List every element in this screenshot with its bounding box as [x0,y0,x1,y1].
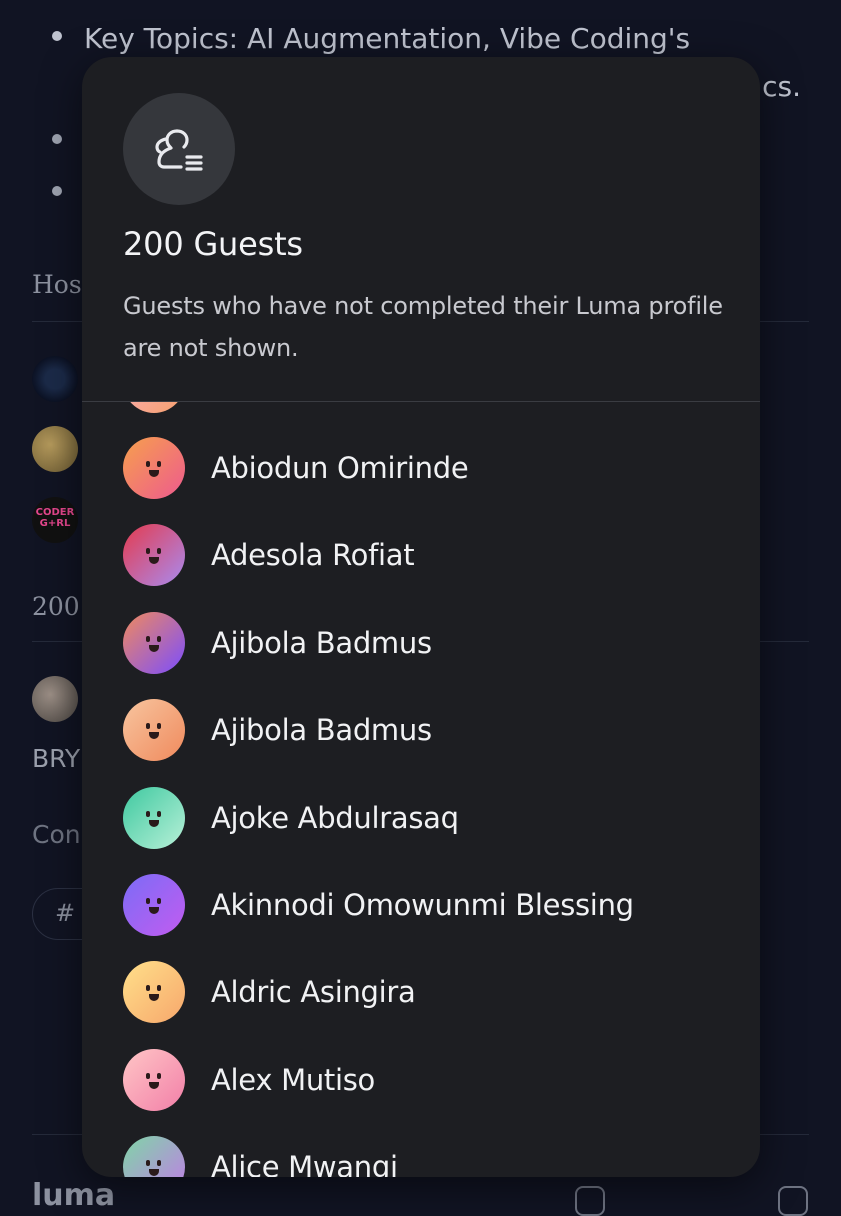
guest-row[interactable]: Akinnodi Omowunmi Blessing [123,873,634,937]
bullet-dot [52,134,62,144]
guest-name: Ajibola Badmus [211,625,432,660]
avatar-mouth [149,1081,159,1089]
avatar-eye [157,461,161,467]
guest-list[interactable]: Abiodun Omirinde Adesola Rofiat Ajibola Ba… [82,402,760,1177]
x-icon[interactable] [680,1186,710,1216]
guest-name: Alice Mwangi [211,1150,398,1177]
avatar-eye [157,635,161,642]
guest-name: Alex Mutiso [211,1062,375,1097]
guests-modal: 200 Guests Guests who have not completed… [82,57,760,1177]
avatar-eye [157,1072,161,1079]
guest-avatar [123,402,185,413]
guest-name: Ajibola Badmus [211,713,432,748]
guest-name: Ajoke Abdulrasaq [211,800,459,835]
avatar-eye [157,985,161,992]
contact-fragment: Con [32,820,81,849]
guest-avatar [123,786,185,849]
guest-avatar [123,874,185,936]
guest-avatar [123,1048,185,1111]
key-topics-bullet: Key Topics: AI Augmentation, Vibe Coding… [52,22,690,55]
avatar-mouth [149,1169,159,1177]
avatar-eye [157,898,161,904]
coder-girl-avatar[interactable]: CODER G+RL [32,497,78,543]
avatar-mouth [149,819,159,827]
luma-logo: luma [32,1178,116,1213]
avatar-eye [157,1160,161,1167]
avatar-eye [146,810,150,817]
guest-row[interactable]: Ajibola Badmus [123,611,432,675]
avatar-eye [157,548,161,555]
bullet-continuation: cs. [762,70,801,103]
bullet-dot [52,186,62,196]
guest-row[interactable]: Ajibola Badmus [123,698,432,762]
youtube-icon[interactable] [575,1186,605,1216]
instagram-icon[interactable] [778,1186,808,1216]
guest-avatar[interactable] [32,676,78,722]
avatar-eye [157,810,161,817]
guests-list-icon [123,93,235,205]
guest-name: Abiodun Omirinde [211,451,469,485]
avatar-mouth [149,470,159,477]
guest-avatar [123,699,185,762]
guest-row[interactable]: Alice Mwangi [123,1135,398,1177]
guest-row[interactable]: Ajoke Abdulrasaq [123,786,459,850]
bullet-dot [52,31,62,41]
guest-row[interactable]: Aldric Asingira [123,960,416,1024]
guest-avatar [123,437,185,499]
modal-subtitle: Guests who have not completed their Luma… [123,292,723,362]
guest-name: Adesola Rofiat [211,538,415,573]
host-avatar[interactable] [32,356,78,402]
avatar-eye [157,723,161,730]
avatar-eye [146,635,150,642]
avatar-mouth [149,907,159,914]
guest-avatar [123,611,185,674]
guest-avatar [123,961,185,1024]
key-topics-text: Key Topics: AI Augmentation, Vibe Coding… [84,22,691,55]
avatar-eye [146,723,150,730]
avatar-eye [146,461,150,467]
avatar-eye [146,898,150,904]
avatar-mouth [149,994,159,1002]
guest-name-fragment: BRY [32,744,81,773]
avatar-mouth [149,644,159,652]
avatar-eye [146,548,150,555]
avatar-eye [146,1160,150,1167]
guest-row[interactable]: Abiodun Omirinde [123,436,469,500]
avatar-eye [146,1072,150,1079]
guest-name: Akinnodi Omowunmi Blessing [211,888,634,922]
list-item[interactable] [123,402,185,414]
modal-title: 200 Guests [123,225,303,263]
guest-avatar [123,1136,185,1177]
guest-avatar [123,524,185,587]
avatar-mouth [149,557,159,565]
guest-name: Aldric Asingira [211,975,416,1010]
guest-row[interactable]: Adesola Rofiat [123,523,415,587]
avatar-mouth [149,732,159,740]
avatar-eye [146,985,150,992]
guest-count-label: 200 [32,592,80,621]
guest-row[interactable]: Alex Mutiso [123,1048,375,1112]
host-avatar[interactable] [32,426,78,472]
